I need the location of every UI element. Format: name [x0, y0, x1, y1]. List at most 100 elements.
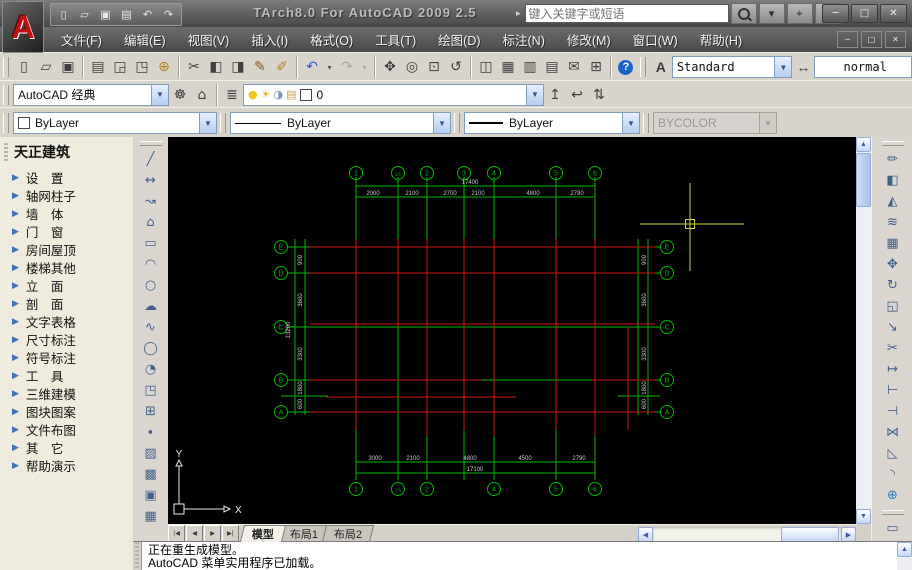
color-combo[interactable]: ByLayer ▼ [13, 112, 217, 134]
sidebar-item-door-window[interactable]: ▶ 门 窗 [0, 222, 133, 240]
workspace-save-icon[interactable]: ⌂ [191, 84, 213, 106]
sidebar-item-axis-column[interactable]: ▶ 轴网柱子 [0, 186, 133, 204]
toolbar-grip[interactable] [140, 141, 162, 146]
palette-title[interactable]: 天正建筑 [0, 137, 133, 168]
menu-modify[interactable]: 修改(M) [556, 27, 622, 52]
search-expander-icon[interactable]: ▸ [516, 8, 521, 19]
zoom-window-icon[interactable]: ▭ [879, 518, 907, 539]
menu-window[interactable]: 窗口(W) [622, 27, 689, 52]
table-icon[interactable]: ▦ [137, 506, 165, 527]
revision-cloud-icon[interactable]: ☁ [137, 296, 165, 317]
help-search-input[interactable] [525, 4, 729, 23]
polyline-icon[interactable]: ↝ [137, 191, 165, 212]
sheetset-manager-icon[interactable]: ▤ [541, 56, 563, 78]
menu-view[interactable]: 视图(V) [177, 27, 241, 52]
layer-states-icon[interactable]: ⇅ [588, 84, 610, 106]
3d-dwf-icon[interactable]: ⊕ [153, 56, 175, 78]
scroll-down-icon[interactable]: ▼ [856, 509, 871, 524]
undo-icon[interactable]: ↶ [138, 6, 157, 23]
print-icon[interactable]: ▤ [117, 6, 136, 23]
stretch-icon[interactable]: ↘ [879, 317, 907, 338]
make-layer-current-icon[interactable]: ↥ [544, 84, 566, 106]
doc-restore-button[interactable]: □ [861, 31, 882, 48]
chevron-down-icon[interactable]: ▼ [151, 85, 168, 105]
toolbar-grip[interactable] [220, 113, 226, 133]
sidebar-item-text-table[interactable]: ▶ 文字表格 [0, 312, 133, 330]
3d-orbit-icon[interactable]: ⊕ [879, 485, 907, 506]
layer-vpfreeze-icon[interactable]: ◑ [273, 88, 283, 101]
layer-properties-manager-icon[interactable]: ≣ [221, 84, 243, 106]
chevron-down-icon[interactable]: ▼ [433, 113, 450, 133]
gradient-icon[interactable]: ▩ [137, 464, 165, 485]
sidebar-item-block-pattern[interactable]: ▶ 图块图案 [0, 402, 133, 420]
quickcalc-icon[interactable]: ⊞ [585, 56, 607, 78]
sidebar-item-symbol[interactable]: ▶ 符号标注 [0, 348, 133, 366]
hatch-icon[interactable]: ▨ [137, 443, 165, 464]
tab-last-button[interactable]: ▶| [222, 525, 239, 542]
sidebar-item-file-layout[interactable]: ▶ 文件布图 [0, 420, 133, 438]
toolbar-grip[interactable] [3, 85, 9, 105]
scroll-left-icon[interactable]: ◀ [638, 527, 653, 542]
command-scrollbar[interactable]: ▲ [897, 542, 912, 570]
print-preview-icon[interactable]: ◲ [109, 56, 131, 78]
scroll-up-icon[interactable]: ▲ [856, 137, 871, 152]
new-icon[interactable]: ▯ [54, 6, 73, 23]
sidebar-item-elevation[interactable]: ▶ 立 面 [0, 276, 133, 294]
scroll-up-icon[interactable]: ▲ [897, 542, 912, 557]
offset-icon[interactable]: ≋ [879, 212, 907, 233]
fillet-icon[interactable]: ◝ [879, 464, 907, 485]
sidebar-item-room-roof[interactable]: ▶ 房间屋顶 [0, 240, 133, 258]
make-block-icon[interactable]: ⊞ [137, 401, 165, 422]
undo-dropdown-icon[interactable]: ▾ [323, 56, 336, 78]
arc-icon[interactable]: ◠ [137, 254, 165, 275]
sidebar-item-others[interactable]: ▶ 其 它 [0, 438, 133, 456]
minimize-button[interactable]: ─ [822, 4, 849, 23]
construction-line-icon[interactable]: ↔ [137, 170, 165, 191]
layer-plot-icon[interactable]: ▤ [286, 88, 296, 101]
text-style-icon[interactable]: A [650, 56, 672, 78]
maximize-button[interactable]: □ [851, 4, 878, 23]
move-icon[interactable]: ✥ [879, 254, 907, 275]
toolbar-grip[interactable] [3, 113, 9, 133]
cut-icon[interactable]: ✂ [183, 56, 205, 78]
open-icon[interactable]: ▱ [35, 56, 57, 78]
doc-close-button[interactable]: ✕ [885, 31, 906, 48]
undo-icon[interactable]: ↶ [301, 56, 323, 78]
toolbar-grip[interactable] [640, 57, 646, 77]
close-button[interactable]: ✕ [880, 4, 907, 23]
tool-palettes-icon[interactable]: ▥ [519, 56, 541, 78]
zoom-window-icon[interactable]: ⊡ [423, 56, 445, 78]
zoom-realtime-icon[interactable]: ◎ [401, 56, 423, 78]
array-icon[interactable]: ▦ [879, 233, 907, 254]
menu-dimension[interactable]: 标注(N) [492, 27, 556, 52]
autocad-logo[interactable]: A [2, 1, 44, 53]
command-history[interactable]: 正在重生成模型。AutoCAD 菜单实用程序已加载。 [142, 542, 897, 570]
linetype-combo[interactable]: ByLayer ▼ [230, 112, 451, 134]
redo-icon[interactable]: ↷ [336, 56, 358, 78]
command-window-grip[interactable] [133, 542, 142, 570]
drawing-horizontal-scrollbar[interactable]: ◀ ▶ [638, 527, 856, 542]
properties-icon[interactable]: ◫ [475, 56, 497, 78]
scale-icon[interactable]: ◱ [879, 296, 907, 317]
polygon-icon[interactable]: ⌂ [137, 212, 165, 233]
insert-block-icon[interactable]: ◳ [137, 380, 165, 401]
print-icon[interactable]: ▤ [87, 56, 109, 78]
mirror-icon[interactable]: ◭ [879, 191, 907, 212]
new-icon[interactable]: ▯ [13, 56, 35, 78]
lineweight-combo[interactable]: ByLayer ▼ [464, 112, 640, 134]
block-editor-icon[interactable]: ✐ [271, 56, 293, 78]
workspace-combo[interactable]: AutoCAD 经典 ▼ [13, 84, 169, 106]
erase-icon[interactable]: ✏ [879, 149, 907, 170]
vertical-scroll-thumb[interactable] [856, 153, 871, 207]
tab-first-button[interactable]: |◀ [168, 525, 185, 542]
pan-icon[interactable]: ✥ [379, 56, 401, 78]
copy-icon[interactable]: ◧ [205, 56, 227, 78]
line-icon[interactable]: ╱ [137, 149, 165, 170]
circle-icon[interactable]: ○ [137, 275, 165, 296]
doc-minimize-button[interactable]: ─ [837, 31, 858, 48]
break-icon[interactable]: ⊣ [879, 401, 907, 422]
toolbar-grip[interactable] [3, 57, 9, 77]
join-icon[interactable]: ⋈ [879, 422, 907, 443]
trim-icon[interactable]: ✂ [879, 338, 907, 359]
chevron-down-icon[interactable]: ▼ [774, 57, 791, 77]
